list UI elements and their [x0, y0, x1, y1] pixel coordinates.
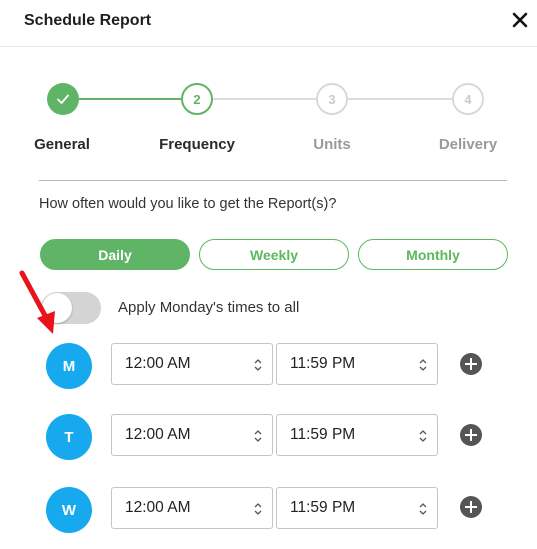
apply-all-label: Apply Monday's times to all	[118, 299, 300, 316]
step-3[interactable]: 3	[316, 83, 348, 115]
spinner-icon	[419, 503, 427, 515]
step-connector	[79, 98, 181, 100]
step-number: 4	[464, 91, 472, 107]
spinner-icon	[254, 359, 262, 371]
dialog-header: Schedule Report	[0, 0, 537, 47]
time-value: 12:00 AM	[125, 426, 191, 443]
day-wednesday-badge[interactable]: W	[46, 487, 92, 533]
spinner-icon	[254, 503, 262, 515]
schedule-report-dialog: Schedule Report 2 3 4 General Frequency …	[0, 0, 537, 549]
add-time-icon[interactable]	[460, 424, 482, 446]
step-label-frequency: Frequency	[159, 136, 235, 153]
frequency-weekly-button[interactable]: Weekly	[199, 239, 349, 270]
frequency-daily-button[interactable]: Daily	[40, 239, 190, 270]
time-value: 12:00 AM	[125, 355, 191, 372]
add-time-icon[interactable]	[460, 496, 482, 518]
monday-start-time[interactable]: 12:00 AM	[111, 343, 273, 385]
spinner-icon	[419, 359, 427, 371]
frequency-monthly-button[interactable]: Monthly	[358, 239, 508, 270]
step-connector	[348, 98, 452, 100]
step-label-general: General	[34, 136, 90, 153]
step-label-units: Units	[313, 136, 351, 153]
frequency-question: How often would you like to get the Repo…	[39, 196, 337, 212]
day-tuesday-badge[interactable]: T	[46, 414, 92, 460]
step-connector	[213, 98, 316, 100]
step-2-current[interactable]: 2	[181, 83, 213, 115]
step-4[interactable]: 4	[452, 83, 484, 115]
section-divider	[39, 180, 507, 181]
close-icon[interactable]	[510, 10, 530, 30]
wednesday-start-time[interactable]: 12:00 AM	[111, 487, 273, 529]
tuesday-start-time[interactable]: 12:00 AM	[111, 414, 273, 456]
spinner-icon	[419, 430, 427, 442]
time-value: 11:59 PM	[290, 355, 356, 372]
wednesday-end-time[interactable]: 11:59 PM	[276, 487, 438, 529]
step-number: 3	[328, 91, 336, 107]
tuesday-end-time[interactable]: 11:59 PM	[276, 414, 438, 456]
step-1-complete[interactable]	[47, 83, 79, 115]
add-time-icon[interactable]	[460, 353, 482, 375]
step-label-delivery: Delivery	[438, 136, 498, 153]
dialog-title: Schedule Report	[24, 12, 152, 29]
time-value: 11:59 PM	[290, 426, 356, 443]
day-monday-badge[interactable]: M	[46, 343, 92, 389]
monday-end-time[interactable]: 11:59 PM	[276, 343, 438, 385]
time-value: 12:00 AM	[125, 499, 191, 516]
check-icon	[57, 94, 69, 104]
spinner-icon	[254, 430, 262, 442]
time-value: 11:59 PM	[290, 499, 356, 516]
step-number: 2	[193, 91, 201, 107]
annotation-arrow-icon	[19, 270, 55, 334]
